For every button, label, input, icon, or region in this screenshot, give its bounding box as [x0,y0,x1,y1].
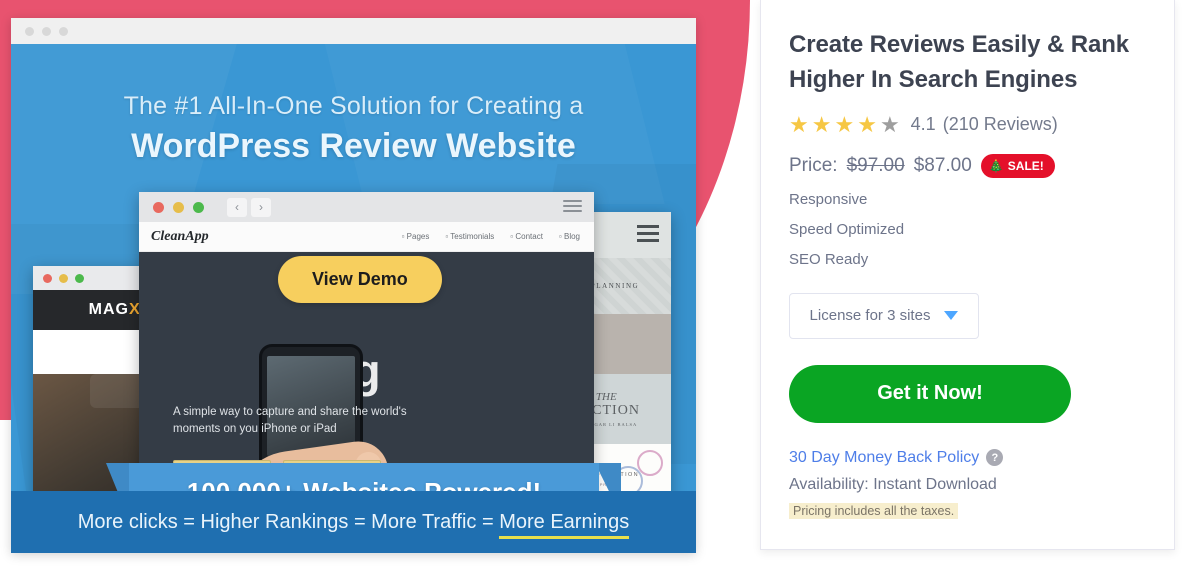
hamburger-menu-icon [563,199,582,215]
mockup-chrome: ‹ › [139,192,594,222]
hero-title: WordPress Review Website [131,127,576,165]
forward-arrow-icon: › [251,197,271,217]
cleanapp-subtitle: A simple way to capture and share the wo… [173,406,407,436]
cleanapp-logo: CleanApp [151,228,209,244]
hero-heading: The #1 All-In-One Solution for Creating … [11,92,696,166]
product-title: Create Reviews Easily & Rank Higher In S… [789,31,1130,93]
taxes-note: Pricing includes all the taxes. [789,502,959,519]
back-arrow-icon: ‹ [227,197,247,217]
christmas-tree-icon: 🎄 [988,158,1004,173]
flower-decoration-icon [637,450,663,476]
availability-text: Availability: Instant Download [789,475,997,493]
hamburger-menu-icon [637,225,659,246]
footer-strip-text: More clicks = Higher Rankings = More Tra… [77,510,630,539]
window-dot-maximize-icon [193,201,204,213]
window-dot-minimize-icon [173,201,184,213]
price-label: Price: [789,154,838,176]
rating-score: 4.1 [910,114,936,135]
window-dot-close-icon [153,201,164,213]
get-it-now-button[interactable]: Get it Now! [789,364,1071,423]
promo-footer-strip: More clicks = Higher Rankings = More Tra… [11,491,696,553]
window-dot-close-icon [43,273,52,283]
footer-strip-plain: More clicks = Higher Rankings = More Tra… [77,510,500,533]
window-dot-maximize-icon [75,273,84,283]
cleanapp-bigword: g [352,345,381,397]
license-select[interactable]: License for 3 sites [789,292,979,339]
menu-item-pages: Pages [402,232,430,241]
money-back-policy-row: 30 Day Money Back Policy ? [789,449,1146,467]
view-demo-button[interactable]: View Demo [278,256,442,303]
footer-strip-highlight: More Earnings [499,510,630,539]
browser-mockup: The #1 All-In-One Solution for Creating … [11,18,696,553]
help-question-icon[interactable]: ? [986,449,1004,467]
product-promo-image: The #1 All-In-One Solution for Creating … [0,0,760,577]
feature-responsive: Responsive [789,190,868,208]
star-icon-4: ★ [857,111,877,137]
price-old: $97.00 [846,154,905,176]
menu-item-testimonials: Testimonials [445,232,494,241]
star-icon-5: ★ [879,111,900,137]
price-current: $87.00 [913,154,972,176]
rating-row: ★ ★ ★ ★ ★ 4.1 (210 Reviews) [789,111,1146,137]
browser-titlebar [11,18,696,44]
money-back-policy-link[interactable]: 30 Day Money Back Policy [789,449,979,467]
cleanapp-navbar: CleanApp Pages Testimonials Contact Blog [139,222,594,252]
menu-item-contact: Contact [510,232,543,241]
browser-nav-arrows: ‹ › [227,197,271,217]
star-icon-1: ★ [789,111,809,137]
star-icon-3: ★ [834,111,855,137]
window-dot-minimize-icon [59,273,68,283]
product-details-panel: Create Reviews Easily & Rank Higher In S… [760,0,1175,550]
sale-badge-label: SALE! [1007,158,1044,173]
window-dot-maximize-icon [59,26,68,36]
window-dot-close-icon [25,26,34,36]
menu-item-blog: Blog [559,232,580,241]
feature-seo-ready: SEO Ready [789,250,869,268]
license-select-value: License for 3 sites [809,307,931,325]
sale-badge: 🎄 SALE! [980,153,1055,178]
window-dot-minimize-icon [42,26,51,36]
cleanapp-menu: Pages Testimonials Contact Blog [402,232,594,241]
price-row: Price: $97.00 $87.00 🎄 SALE! [789,153,1146,178]
browser-viewport: The #1 All-In-One Solution for Creating … [11,44,696,553]
chevron-down-icon [944,311,959,321]
page-root: The #1 All-In-One Solution for Creating … [0,0,1187,577]
rating-reviews-count: (210 Reviews) [942,114,1058,135]
star-icon-2: ★ [811,111,832,137]
hero-subtitle: The #1 All-In-One Solution for Creating … [123,92,584,120]
feature-speed-optimized: Speed Optimized [789,220,905,238]
screenshot-collage: ‹ MAGXP 65 Be to Kn ▲ By MTS ◉ Ma [11,184,696,539]
